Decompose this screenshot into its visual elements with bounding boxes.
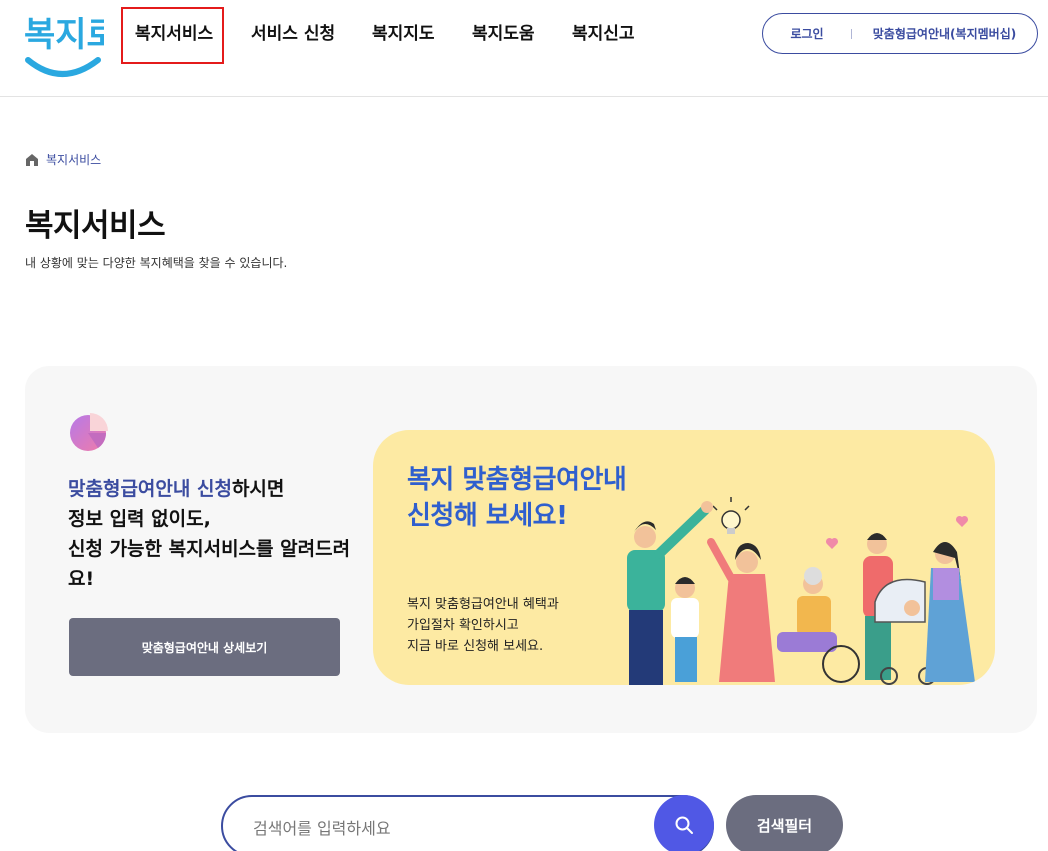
woman-lavender-figure	[925, 542, 975, 682]
logo-text: 복지로	[24, 15, 104, 55]
banner-desc-line3: 지금 바로 신청해 보세요.	[407, 639, 544, 654]
father-figure	[627, 501, 713, 685]
nav-welfare-report[interactable]: 복지신고	[572, 22, 635, 46]
promo-text-line3: 신청 가능한 복지서비스를 알려드려요!	[68, 538, 351, 590]
banner-desc-line1: 복지 맞춤형급여안내 혜택과	[407, 597, 559, 612]
search-input[interactable]	[253, 815, 633, 841]
bokjiro-logo[interactable]: 복지로	[22, 8, 104, 80]
promo-text-line1: 하시면	[231, 478, 285, 500]
nav-welfare-services[interactable]: 복지서비스	[135, 22, 213, 46]
nav-welfare-help[interactable]: 복지도움	[472, 22, 535, 46]
pie-chart-icon	[70, 413, 108, 451]
mother-figure	[707, 538, 775, 682]
lightbulb-icon	[712, 497, 750, 534]
banner-title-line1: 복지 맞춤형급여안내	[407, 465, 627, 495]
breadcrumb: 복지서비스	[25, 151, 101, 168]
membership-detail-button[interactable]: 맞춤형급여안내 상세보기	[69, 618, 340, 676]
auth-box: 로그인 맞춤형급여안내(복지멤버십)	[762, 13, 1038, 54]
promo-description: 맞춤형급여안내 신청하시면 정보 입력 없이도, 신청 가능한 복지서비스를 알…	[68, 474, 358, 594]
search-button[interactable]	[654, 795, 714, 851]
breadcrumb-current[interactable]: 복지서비스	[46, 151, 101, 168]
promo-banner[interactable]: 복지 맞춤형급여안내 신청해 보세요! 복지 맞춤형급여안내 혜택과 가입절차 …	[373, 430, 995, 685]
banner-desc-line2: 가입절차 확인하시고	[407, 618, 519, 633]
banner-description: 복지 맞춤형급여안내 혜택과 가입절차 확인하시고 지금 바로 신청해 보세요.	[407, 594, 559, 657]
search-box	[221, 795, 714, 851]
promo-text-line2: 정보 입력 없이도,	[68, 508, 211, 530]
family-illustration	[627, 497, 975, 685]
home-icon[interactable]	[25, 153, 39, 167]
banner-title: 복지 맞춤형급여안내 신청해 보세요!	[407, 462, 627, 534]
site-header: 복지로 복지서비스 서비스 신청 복지지도 복지도움 복지신고 로그인 맞춤형급…	[0, 0, 1048, 97]
membership-link[interactable]: 맞춤형급여안내(복지멤버십)	[852, 25, 1037, 42]
page-title: 복지서비스	[25, 208, 166, 244]
login-link[interactable]: 로그인	[763, 25, 851, 42]
nav-welfare-map[interactable]: 복지지도	[372, 22, 435, 46]
search-icon	[675, 816, 693, 834]
promo-text-accent: 맞춤형급여안내 신청	[68, 478, 232, 500]
page-subtitle: 내 상황에 맞는 다양한 복지혜택을 찾을 수 있습니다.	[25, 256, 288, 270]
child-figure	[671, 577, 699, 682]
search-filter-button[interactable]: 검색필터	[726, 795, 843, 851]
nav-service-application[interactable]: 서비스 신청	[251, 22, 335, 46]
banner-title-line2: 신청해 보세요!	[407, 501, 568, 531]
grandmother-figure	[777, 567, 860, 683]
